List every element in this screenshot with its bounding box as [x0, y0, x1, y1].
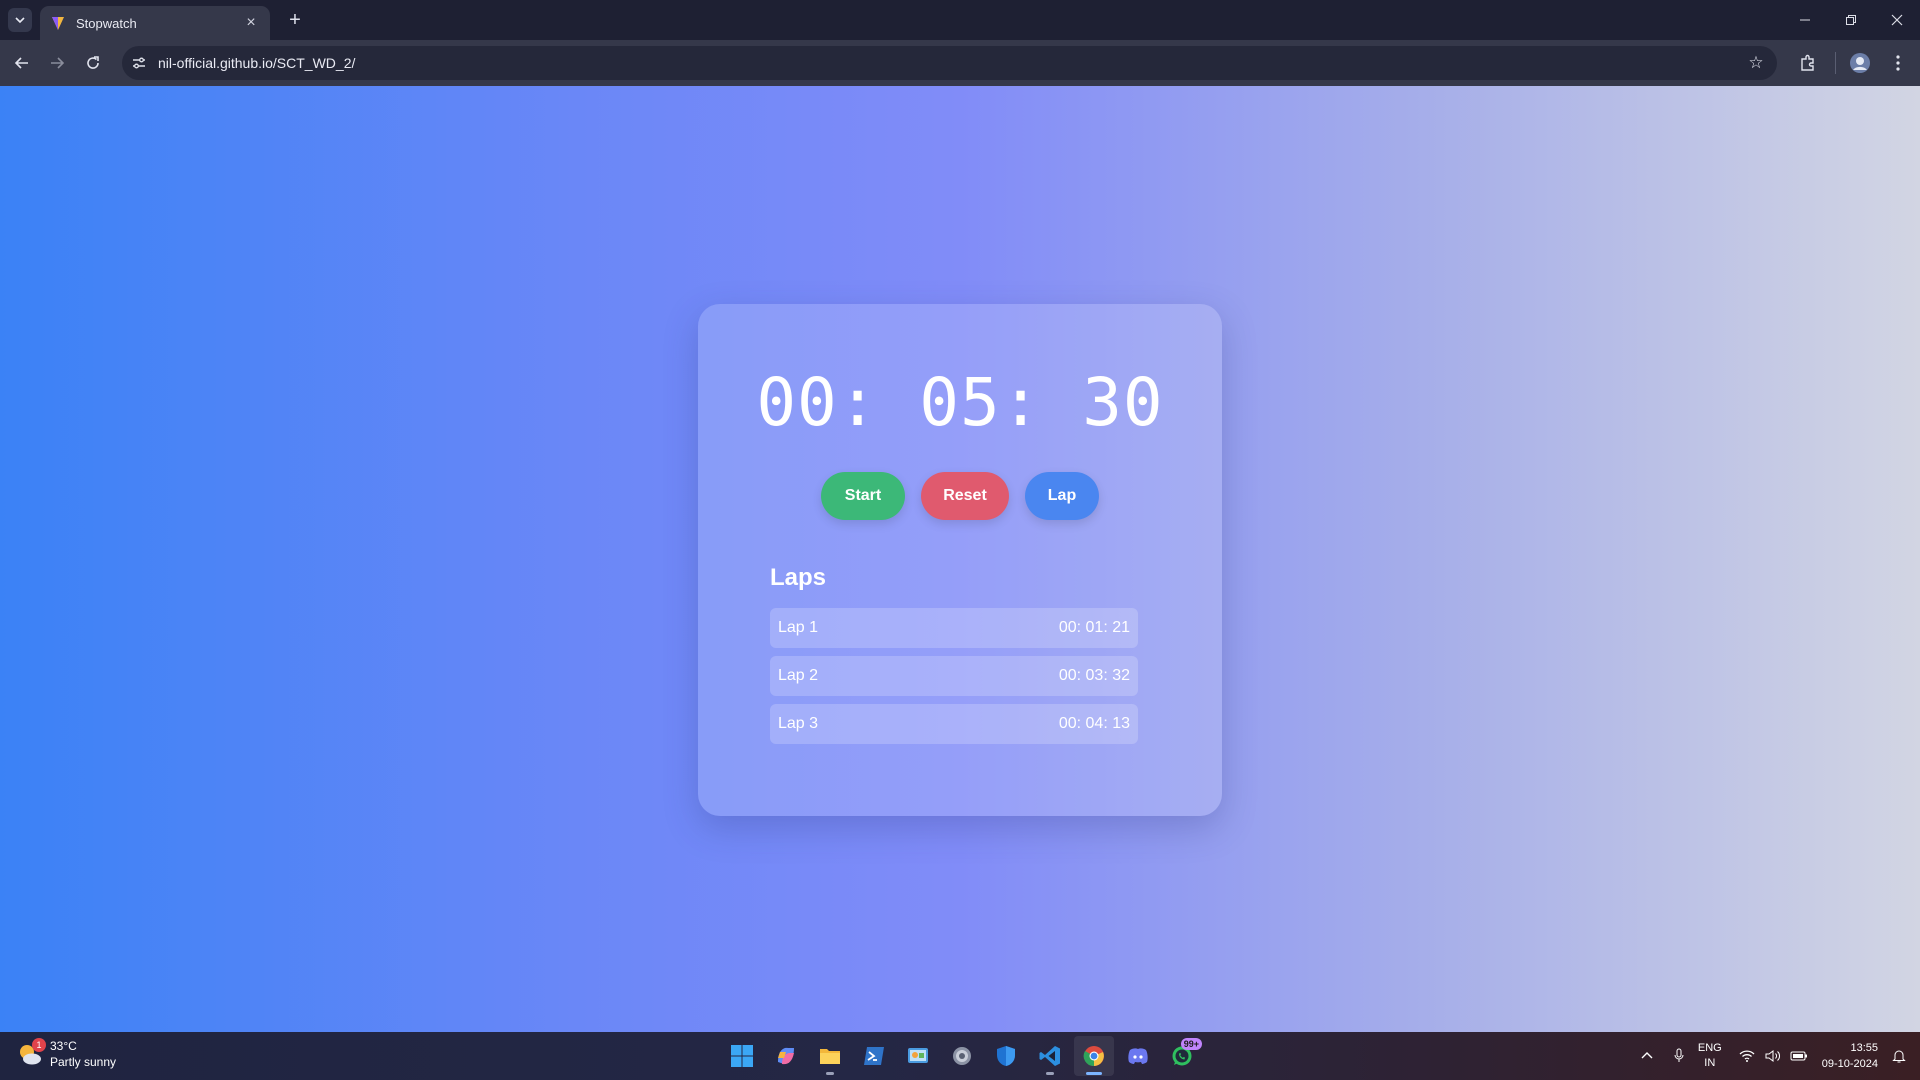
chevron-down-icon [15, 17, 25, 24]
stopwatch-card: 00: 05: 30 Start Reset Lap Laps Lap 1 00… [698, 304, 1222, 816]
extensions-button[interactable] [1793, 48, 1823, 78]
forward-button[interactable] [45, 51, 69, 75]
close-window-button[interactable] [1874, 0, 1920, 40]
lap-list: Lap 1 00: 01: 21 Lap 2 00: 03: 32 Lap 3 … [770, 608, 1138, 752]
page-viewport: 00: 05: 30 Start Reset Lap Laps Lap 1 00… [0, 86, 1920, 1032]
site-info-icon[interactable] [122, 46, 156, 80]
weather-text: 33°C Partly sunny [50, 1038, 116, 1070]
vscode-app[interactable] [1030, 1036, 1070, 1076]
lap-row: Lap 3 00: 04: 13 [770, 704, 1138, 744]
control-panel-app[interactable] [898, 1036, 938, 1076]
lap-row: Lap 2 00: 03: 32 [770, 656, 1138, 696]
bookmark-star-icon[interactable]: ☆ [1739, 46, 1773, 80]
weather-badge: 1 [32, 1038, 46, 1052]
chrome-app[interactable] [1074, 1036, 1114, 1076]
lap-row: Lap 1 00: 01: 21 [770, 608, 1138, 648]
running-indicator [826, 1072, 834, 1075]
reload-icon [87, 56, 99, 69]
toolbar-divider [1835, 52, 1836, 74]
file-explorer-app[interactable] [810, 1036, 850, 1076]
puzzle-icon [1801, 54, 1814, 71]
weather-temp: 33°C [50, 1039, 77, 1053]
close-icon [1891, 14, 1903, 26]
lap-label: Lap 3 [778, 715, 819, 732]
restore-icon [1846, 15, 1856, 25]
active-tab[interactable]: Stopwatch × [40, 6, 270, 40]
weather-widget[interactable]: 1 33°C Partly sunny [16, 1038, 116, 1070]
control-panel-icon [908, 1048, 928, 1063]
window-controls [1782, 0, 1920, 40]
running-indicator [1046, 1072, 1054, 1075]
battery-icon[interactable] [1786, 1032, 1812, 1080]
kebab-menu-icon [1896, 55, 1900, 71]
new-tab-button[interactable]: + [282, 8, 308, 32]
tab-close-icon[interactable]: × [242, 14, 260, 32]
folder-icon [820, 1049, 840, 1064]
arrow-left-icon [14, 57, 28, 69]
minimize-button[interactable] [1782, 0, 1828, 40]
vscode-icon [1039, 1046, 1060, 1066]
start-menu-button[interactable] [722, 1036, 762, 1076]
language-code: ENG [1697, 1042, 1722, 1054]
language-indicator[interactable]: ENG IN [1698, 1041, 1722, 1071]
chevron-up-icon[interactable] [1634, 1032, 1660, 1080]
arrow-right-icon [51, 57, 65, 69]
clock-time: 13:55 [1850, 1042, 1878, 1054]
restore-button[interactable] [1828, 0, 1874, 40]
url-text[interactable]: nil-official.github.io/SCT_WD_2/ [158, 55, 1739, 71]
laps-heading: Laps [770, 564, 827, 591]
windows-logo-icon [731, 1045, 753, 1067]
lap-time: 00: 03: 32 [1058, 667, 1130, 684]
address-bar[interactable]: nil-official.github.io/SCT_WD_2/ ☆ [122, 46, 1777, 80]
volume-icon[interactable] [1760, 1032, 1786, 1080]
lap-time: 00: 01: 21 [1058, 619, 1130, 636]
whatsapp-app[interactable]: 99+ [1162, 1036, 1202, 1076]
browser-toolbar: nil-official.github.io/SCT_WD_2/ ☆ [0, 40, 1920, 86]
profile-avatar[interactable] [1845, 48, 1875, 78]
system-tray: ENG IN 13:55 09-10-2024 [1634, 1032, 1920, 1080]
defender-app[interactable] [986, 1036, 1026, 1076]
browser-tabbar: Stopwatch × + [0, 0, 1920, 40]
chrome-icon [1083, 1046, 1104, 1067]
gear-icon [953, 1047, 971, 1065]
stopwatch-favicon-icon [52, 17, 64, 30]
lap-label: Lap 2 [778, 667, 819, 684]
notification-bell-icon[interactable] [1886, 1032, 1912, 1080]
lap-label: Lap 1 [778, 619, 819, 636]
settings-app[interactable] [942, 1036, 982, 1076]
minimize-icon [1800, 19, 1810, 21]
copilot-icon [778, 1047, 794, 1065]
discord-icon [1128, 1048, 1148, 1064]
start-button[interactable]: Start [821, 472, 905, 520]
reset-button[interactable]: Reset [921, 472, 1009, 520]
microphone-icon[interactable] [1666, 1032, 1692, 1080]
tab-title: Stopwatch [76, 15, 137, 31]
pinned-apps: 99+ [722, 1036, 1202, 1076]
weather-desc: Partly sunny [50, 1055, 117, 1069]
lap-time: 00: 04: 13 [1058, 715, 1130, 732]
powershell-icon [864, 1047, 884, 1065]
partly-sunny-icon: 1 [16, 1038, 46, 1068]
discord-app[interactable] [1118, 1036, 1158, 1076]
region-code: IN [1704, 1057, 1716, 1069]
control-buttons: Start Reset Lap [698, 472, 1222, 520]
tab-search-button[interactable] [8, 8, 32, 32]
active-indicator [1086, 1072, 1102, 1075]
notification-badge: 99+ [1180, 1038, 1202, 1050]
shield-icon [997, 1046, 1015, 1066]
wifi-icon[interactable] [1734, 1032, 1760, 1080]
avatar-icon [1850, 53, 1870, 73]
copilot-app[interactable] [766, 1036, 806, 1076]
reload-button[interactable] [81, 51, 105, 75]
powershell-app[interactable] [854, 1036, 894, 1076]
taskbar: 1 33°C Partly sunny 99+ ENG IN 13:55 09-… [0, 1032, 1920, 1080]
lap-button[interactable]: Lap [1025, 472, 1099, 520]
clock[interactable]: 13:55 09-10-2024 [1822, 1040, 1878, 1072]
time-display: 00: 05: 30 [756, 364, 1164, 441]
clock-date: 09-10-2024 [1821, 1058, 1878, 1070]
back-button[interactable] [10, 51, 34, 75]
menu-button[interactable] [1883, 48, 1913, 78]
